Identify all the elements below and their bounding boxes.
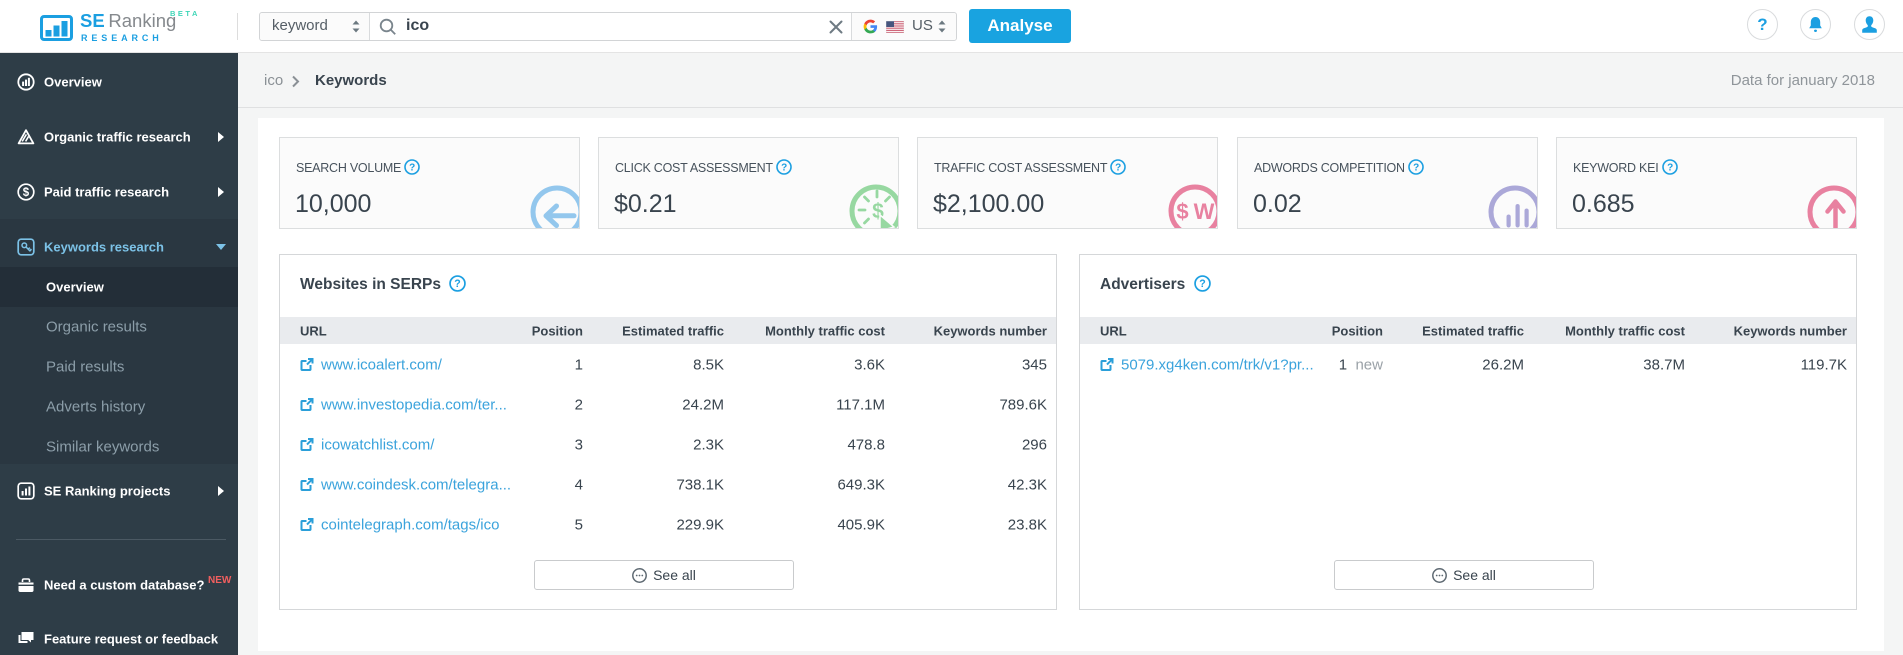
svg-text:?: ? [455,278,461,290]
svg-text:W: W [1194,199,1215,224]
svg-text:?: ? [1115,163,1121,174]
svg-text:?: ? [409,163,415,174]
svg-text:?: ? [781,163,787,174]
svg-text:$: $ [1176,199,1188,224]
svg-text:?: ? [1413,163,1419,174]
svg-text:?: ? [1667,163,1673,174]
svg-text:?: ? [1199,278,1205,290]
svg-text:$: $ [23,187,30,199]
